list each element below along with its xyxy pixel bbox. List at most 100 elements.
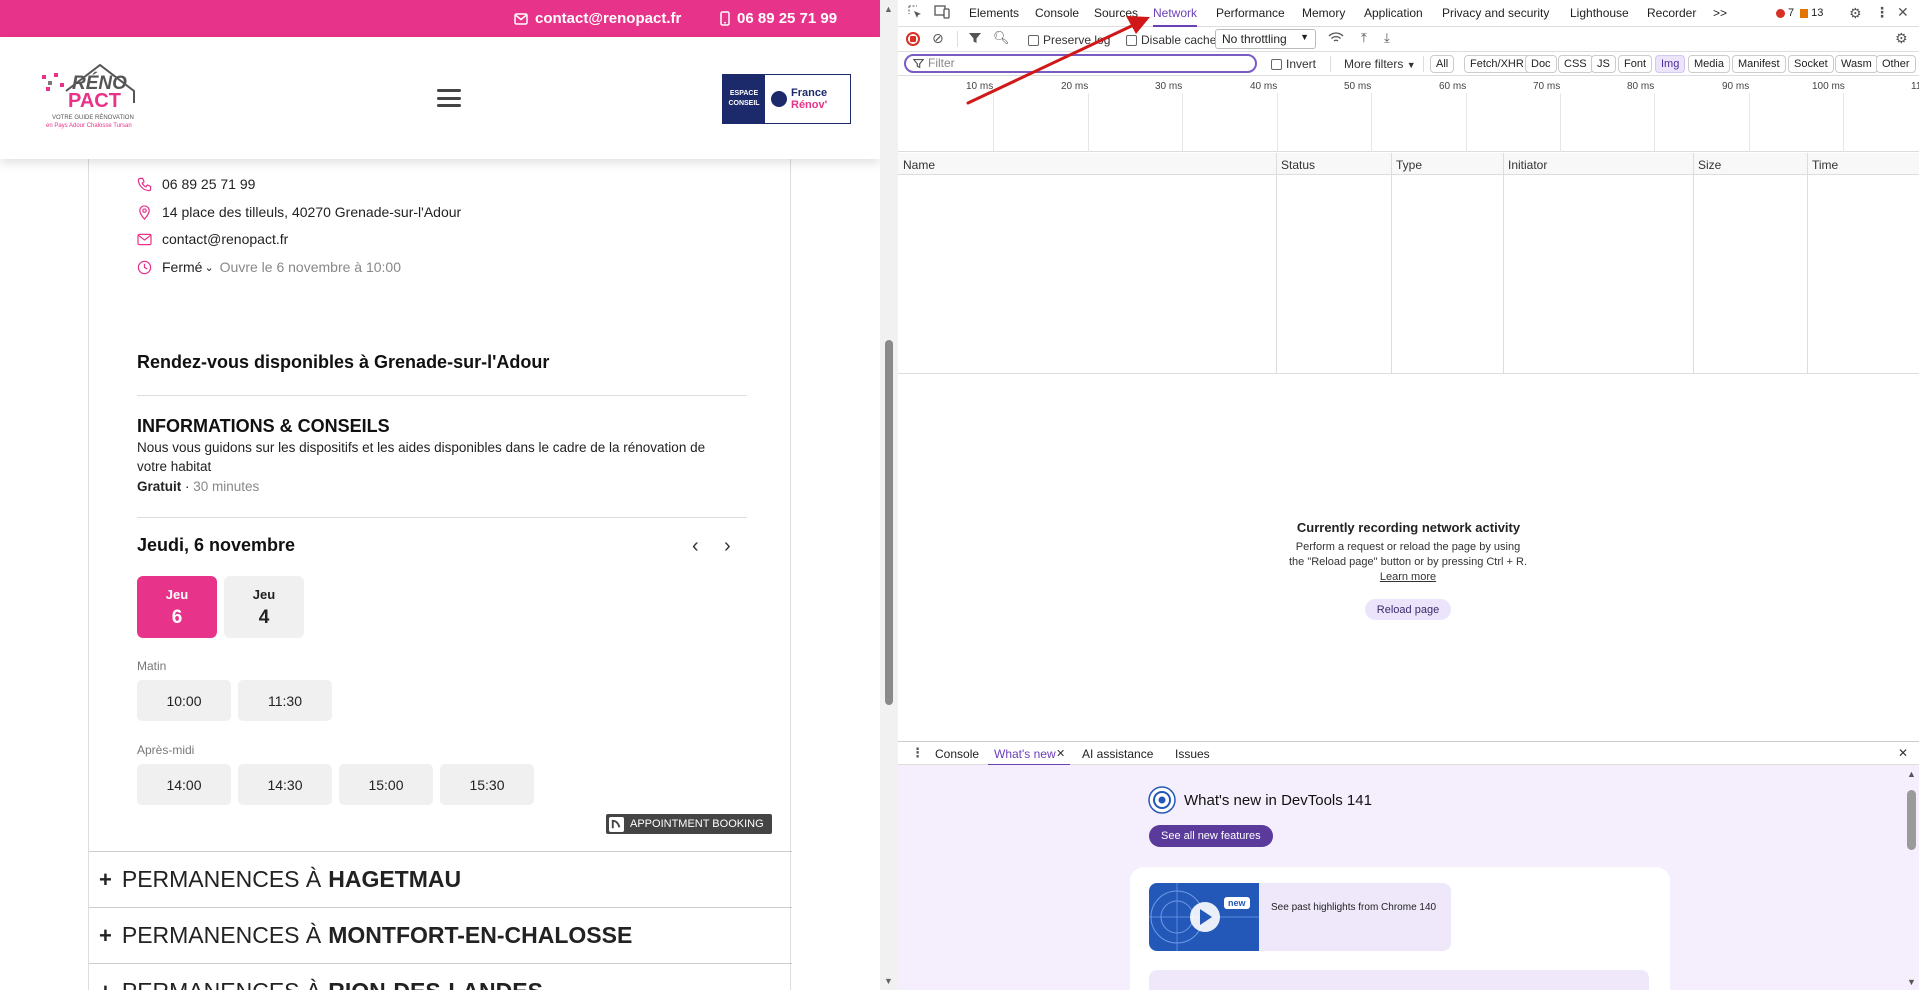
column-size[interactable]: Size [1698, 158, 1721, 172]
permanence-accordion-hagetmau[interactable]: + PERMANENCES À HAGETMAU [89, 851, 792, 907]
scroll-down-arrow-icon[interactable]: ▼ [1907, 977, 1916, 987]
tab-sources[interactable]: Sources [1094, 6, 1138, 20]
filter-funnel-icon[interactable] [968, 31, 982, 48]
drawer-scrollbar[interactable]: ▲ ▼ [1904, 765, 1919, 990]
scroll-up-arrow-icon[interactable]: ▲ [884, 4, 893, 14]
invert-checkbox[interactable]: Invert [1271, 57, 1316, 71]
preserve-log-checkbox[interactable]: Preserve log [1028, 33, 1110, 47]
page-scrollbar[interactable]: ▲ ▼ [880, 0, 898, 990]
topbar-phone-link[interactable]: 06 89 25 71 99 [720, 10, 837, 27]
column-divider [1807, 153, 1808, 373]
filter-pill-js[interactable]: JS [1591, 55, 1616, 73]
badge-right-line2: Rénov' [791, 99, 828, 111]
time-slot[interactable]: 11:30 [238, 680, 332, 721]
time-slot[interactable]: 14:00 [137, 764, 231, 805]
close-devtools-icon[interactable]: ✕ [1897, 4, 1909, 21]
column-time[interactable]: Time [1812, 158, 1838, 172]
next-date-chevron-icon[interactable]: › [724, 535, 731, 558]
network-settings-gear-icon[interactable]: ⚙ [1895, 30, 1908, 47]
contact-email-row[interactable]: contact@renopact.fr [137, 231, 288, 247]
filter-pill-all[interactable]: All [1430, 55, 1455, 73]
device-toolbar-icon[interactable] [934, 5, 950, 22]
filter-pill-fetch-xhr[interactable]: Fetch/XHR [1464, 55, 1530, 73]
topbar-email-link[interactable]: contact@renopact.fr [514, 10, 681, 27]
opening-hours-row[interactable]: Fermé ⌄ Ouvre le 6 novembre à 10:00 [137, 259, 401, 275]
column-name[interactable]: Name [903, 158, 935, 172]
settings-gear-icon[interactable]: ⚙ [1849, 5, 1862, 22]
scroll-up-arrow-icon[interactable]: ▲ [1907, 769, 1916, 779]
past-highlights-card[interactable]: new See past highlights from Chrome 140 [1149, 883, 1451, 951]
filter-pill-img[interactable]: Img [1655, 55, 1686, 73]
selected-date-heading: Jeudi, 6 novembre [137, 535, 296, 555]
filter-pill-wasm[interactable]: Wasm [1835, 55, 1878, 73]
search-icon[interactable]: 🔍︎ [993, 30, 1010, 46]
time-slot[interactable]: 14:30 [238, 764, 332, 805]
drawer-tab-console[interactable]: Console [935, 747, 979, 761]
close-tab-icon[interactable]: ✕ [1056, 747, 1065, 760]
filter-pill-doc[interactable]: Doc [1525, 55, 1557, 73]
drawer-menu-icon[interactable]: ⋮ [911, 745, 924, 761]
learn-more-link[interactable]: Learn more [1380, 571, 1436, 583]
column-status[interactable]: Status [1281, 158, 1315, 172]
import-har-icon[interactable]: ⤒ [1361, 30, 1367, 46]
filter-input[interactable]: Filter [904, 54, 1257, 73]
tab-application[interactable]: Application [1364, 6, 1423, 20]
throttling-select[interactable]: No throttling ▼ [1215, 29, 1316, 49]
time-slot[interactable]: 15:00 [339, 764, 433, 805]
inspect-element-icon[interactable] [908, 5, 922, 22]
filter-pill-socket[interactable]: Socket [1788, 55, 1834, 73]
network-conditions-icon[interactable] [1328, 31, 1344, 48]
permanence-city: RION-DES-LANDES [328, 978, 543, 990]
day-option[interactable]: Jeu 4 [224, 576, 304, 638]
toolbar-divider [1423, 56, 1424, 72]
network-toolbar: ⊘ 🔍︎ Preserve log Disable cache No throt… [898, 27, 1919, 52]
more-options-icon[interactable]: ⋮ [1875, 4, 1889, 21]
clear-log-icon[interactable]: ⊘ [932, 30, 944, 47]
filter-pill-media[interactable]: Media [1688, 55, 1730, 73]
record-stop-icon[interactable] [906, 32, 920, 46]
time-slot[interactable]: 10:00 [137, 680, 231, 721]
permanence-prefix: PERMANENCES À [122, 978, 321, 990]
more-tabs-icon[interactable]: >> [1713, 6, 1727, 20]
drawer-tab-ai-assistance[interactable]: AI assistance [1082, 747, 1153, 761]
drawer-tab-whats-new[interactable]: What's new [988, 747, 1070, 766]
appointment-booking-tag[interactable]: APPOINTMENT BOOKING [606, 814, 772, 834]
permanence-accordion-montfort[interactable]: + PERMANENCES À MONTFORT-EN-CHALOSSE [89, 907, 792, 963]
error-counter[interactable]: 7 13 [1776, 7, 1823, 19]
filter-pill-font[interactable]: Font [1618, 55, 1653, 73]
time-slot[interactable]: 15:30 [440, 764, 534, 805]
export-har-icon[interactable]: ⤓ [1384, 30, 1390, 46]
reload-page-button[interactable]: Reload page [1365, 599, 1451, 620]
contact-address-row[interactable]: 14 place des tilleuls, 40270 Grenade-sur… [137, 204, 461, 220]
more-filters-dropdown[interactable]: More filters ▼ [1344, 57, 1416, 71]
see-all-features-button[interactable]: See all new features [1149, 825, 1273, 847]
filter-pill-css[interactable]: CSS [1558, 55, 1593, 73]
tab-console[interactable]: Console [1035, 6, 1079, 20]
tab-recorder[interactable]: Recorder [1647, 6, 1696, 20]
permanence-accordion-rion[interactable]: + PERMANENCES À RION-DES-LANDES [89, 963, 792, 990]
france-renov-badge[interactable]: ESPACE CONSEIL France Rénov' [722, 74, 851, 124]
next-feature-card[interactable] [1149, 970, 1649, 990]
tab-lighthouse[interactable]: Lighthouse [1570, 6, 1629, 20]
drawer-tab-issues[interactable]: Issues [1175, 747, 1210, 761]
tab-memory[interactable]: Memory [1302, 6, 1345, 20]
scroll-down-arrow-icon[interactable]: ▼ [884, 976, 893, 986]
column-type[interactable]: Type [1396, 158, 1422, 172]
day-option-selected[interactable]: Jeu 6 [137, 576, 217, 638]
renopact-logo[interactable]: RÉNO PACT VOTRE GUIDE RÉNOVATION en Pays… [38, 61, 164, 133]
drawer-scrollbar-thumb[interactable] [1907, 790, 1916, 850]
tab-performance[interactable]: Performance [1216, 6, 1285, 20]
menu-hamburger-icon[interactable] [437, 89, 461, 107]
filter-pill-manifest[interactable]: Manifest [1732, 55, 1786, 73]
filter-pill-other[interactable]: Other [1876, 55, 1916, 73]
tab-network[interactable]: Network [1153, 6, 1198, 27]
tab-privacy-security[interactable]: Privacy and security [1442, 6, 1549, 20]
previous-date-chevron-icon[interactable]: ‹ [692, 535, 699, 558]
close-drawer-icon[interactable]: ✕ [1898, 746, 1908, 760]
page-scrollbar-thumb[interactable] [885, 340, 893, 705]
column-initiator[interactable]: Initiator [1508, 158, 1547, 172]
contact-phone-row[interactable]: 06 89 25 71 99 [137, 176, 255, 192]
tab-elements[interactable]: Elements [969, 6, 1019, 20]
disable-cache-checkbox[interactable]: Disable cache [1126, 33, 1216, 47]
network-timeline-overview[interactable]: 10 ms 20 ms 30 ms 40 ms 50 ms 60 ms 70 m… [898, 76, 1919, 152]
